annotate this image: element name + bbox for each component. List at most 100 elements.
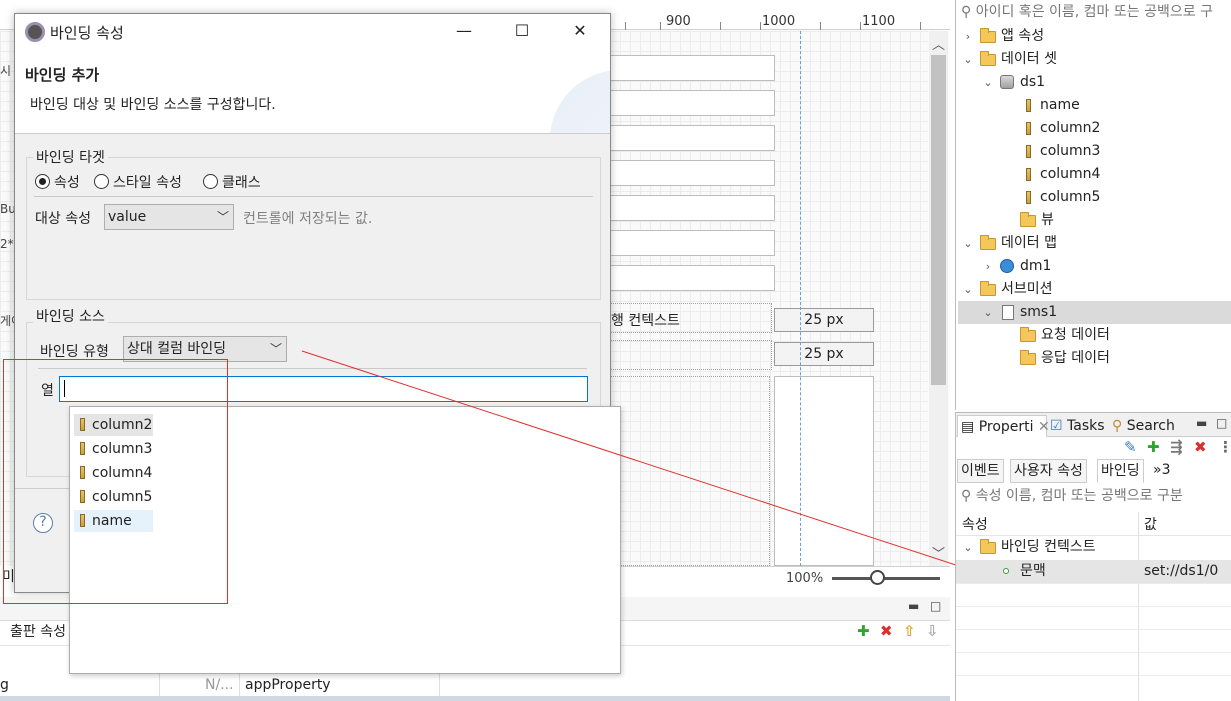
canvas-input[interactable] (600, 55, 775, 81)
move-down-icon[interactable]: ⇩ (926, 622, 939, 640)
minimize-icon[interactable]: — (452, 22, 476, 42)
ruler-label: 900 (666, 14, 691, 29)
px-value-box[interactable]: 25 px (774, 308, 874, 332)
table-row[interactable]: g N/... appProperty (0, 674, 950, 696)
tree-node-sms1[interactable]: ⌄ sms1 (958, 301, 1231, 324)
column-icon (1026, 99, 1031, 112)
close-icon[interactable]: ✕ (568, 22, 592, 42)
canvas-input[interactable] (600, 265, 775, 291)
canvas-input[interactable] (600, 230, 775, 256)
tree-node-view[interactable]: 뷰 (958, 209, 1228, 232)
px-value-box[interactable]: 25 px (774, 342, 874, 366)
dialog-heading: 바인딩 추가 (25, 66, 100, 84)
ruler-label: 1000 (762, 14, 796, 29)
chevron-right-icon[interactable]: › (982, 255, 994, 278)
add-icon[interactable]: ✚ (857, 622, 870, 640)
tasks-icon: ☑ (1050, 418, 1063, 434)
target-prop-select[interactable]: value ﹀ (104, 204, 234, 230)
add-icon[interactable]: ✚ (1147, 438, 1160, 456)
tree-node-column[interactable]: name (958, 94, 1228, 117)
radio-label[interactable]: 속성 (54, 172, 80, 192)
tree-node-dataset[interactable]: ⌄ 데이터 셋 (958, 48, 1228, 71)
tree-node-ds1[interactable]: ⌄ ds1 (958, 71, 1228, 94)
insert-icon[interactable]: ⇶ (1170, 438, 1183, 456)
separator (34, 196, 593, 197)
maximize-icon[interactable]: □ (1216, 416, 1227, 430)
delete-icon[interactable]: ✖ (1194, 438, 1207, 456)
canvas-input[interactable] (600, 90, 775, 116)
tree-node-column[interactable]: column2 (958, 117, 1228, 140)
chevron-down-icon[interactable]: ⌄ (962, 48, 974, 71)
radio-label[interactable]: 클래스 (222, 172, 261, 192)
radio-label[interactable]: 스타일 속성 (113, 172, 182, 192)
folder-icon (1020, 350, 1036, 365)
property-value[interactable]: set://ds1/0 (1144, 560, 1218, 583)
scrollbar-thumb[interactable] (931, 55, 946, 385)
canvas-container[interactable] (600, 376, 770, 566)
zoom-slider-track[interactable] (832, 577, 940, 580)
tab-tasks[interactable]: ☑ Tasks (1050, 415, 1105, 437)
chevron-down-icon[interactable]: ⌄ (982, 71, 994, 94)
tree-node-column[interactable]: column3 (958, 140, 1228, 163)
column-icon (1026, 122, 1031, 135)
search-icon: ⚲ (1112, 418, 1123, 434)
tab-properties[interactable]: ▤ Properti ✕ (957, 415, 1050, 437)
subtab-binding[interactable]: 바인딩 (1097, 459, 1144, 483)
move-up-icon[interactable]: ⇧ (903, 622, 916, 640)
canvas-input[interactable] (600, 160, 775, 186)
tree-node-request-data[interactable]: 요청 데이터 (958, 324, 1228, 347)
column-icon (1026, 168, 1031, 181)
column-icon (1026, 145, 1031, 158)
folder-icon (980, 51, 996, 66)
maximize-icon[interactable]: □ (930, 599, 941, 613)
property-category[interactable]: ⌄ 바인딩 컨텍스트 (956, 536, 1231, 559)
more-menu-icon[interactable]: ⋮ (1218, 438, 1231, 456)
dialog-header (15, 50, 610, 134)
scroll-down-icon[interactable]: ﹀ (929, 543, 948, 562)
property-row[interactable]: 문맥 set://ds1/0 (956, 560, 1231, 583)
tab-search[interactable]: ⚲ Search (1112, 415, 1175, 437)
chevron-right-icon[interactable]: › (962, 25, 974, 48)
chevron-down-icon[interactable]: ⌄ (962, 278, 974, 301)
tree-node-submission[interactable]: ⌄ 서브미션 (958, 278, 1228, 301)
search-icon: ⚲ (961, 488, 972, 504)
close-icon[interactable]: ✕ (1038, 419, 1050, 435)
subtab-user-props[interactable]: 사용자 속성 (1010, 459, 1087, 483)
publish-props-tab[interactable]: 출판 속성 (0, 621, 76, 645)
tree-node-column[interactable]: column5 (958, 186, 1228, 209)
scroll-up-icon[interactable]: ︿ (929, 34, 948, 53)
minimize-icon[interactable]: ▬ (908, 599, 919, 613)
annotation-rectangle (3, 359, 228, 604)
edit-icon[interactable]: ✎ (1124, 438, 1137, 456)
group-title: 바인딩 소스 (33, 306, 108, 326)
canvas-input[interactable] (600, 125, 775, 151)
canvas-row-box[interactable] (600, 340, 772, 370)
radio-property[interactable] (35, 174, 50, 189)
maximize-icon[interactable]: ☐ (510, 22, 534, 42)
subtab-events[interactable]: 이벤트 (957, 459, 1004, 483)
tree-search-input[interactable]: ⚲ 아이디 혹은 이름, 컴마 또는 공백으로 구 (957, 2, 1231, 24)
chevron-down-icon: ﹀ (269, 342, 282, 356)
datamap-icon (1000, 259, 1014, 273)
chevron-down-icon[interactable]: ⌄ (962, 232, 974, 255)
delete-icon[interactable]: ✖ (880, 622, 893, 640)
chevron-down-icon[interactable]: ⌄ (982, 301, 994, 324)
dataset-icon (1000, 75, 1014, 89)
target-prop-hint: 컨트롤에 저장되는 값. (243, 211, 373, 227)
tree-node-response-data[interactable]: 응답 데이터 (958, 347, 1228, 370)
tree-node-dm1[interactable]: › dm1 (958, 255, 1228, 278)
properties-search-input[interactable]: ⚲ 속성 이름, 컴마 또는 공백으로 구분 (957, 486, 1231, 508)
zoom-slider-knob[interactable] (870, 570, 885, 585)
folder-icon (980, 539, 996, 554)
canvas-input[interactable] (600, 195, 775, 221)
app-icon (25, 22, 45, 42)
tree-node-app-props[interactable]: › 앱 속성 (958, 25, 1228, 48)
tree-node-datamap[interactable]: ⌄ 데이터 맵 (958, 232, 1228, 255)
chevron-down-icon[interactable]: ⌄ (962, 536, 974, 559)
radio-class[interactable] (203, 174, 218, 189)
subtab-overflow[interactable]: »3 (1150, 459, 1173, 483)
canvas-panel[interactable] (774, 376, 874, 566)
radio-style-property[interactable] (94, 174, 109, 189)
tree-node-column[interactable]: column4 (958, 163, 1228, 186)
minimize-icon[interactable]: ▬ (1196, 416, 1207, 430)
